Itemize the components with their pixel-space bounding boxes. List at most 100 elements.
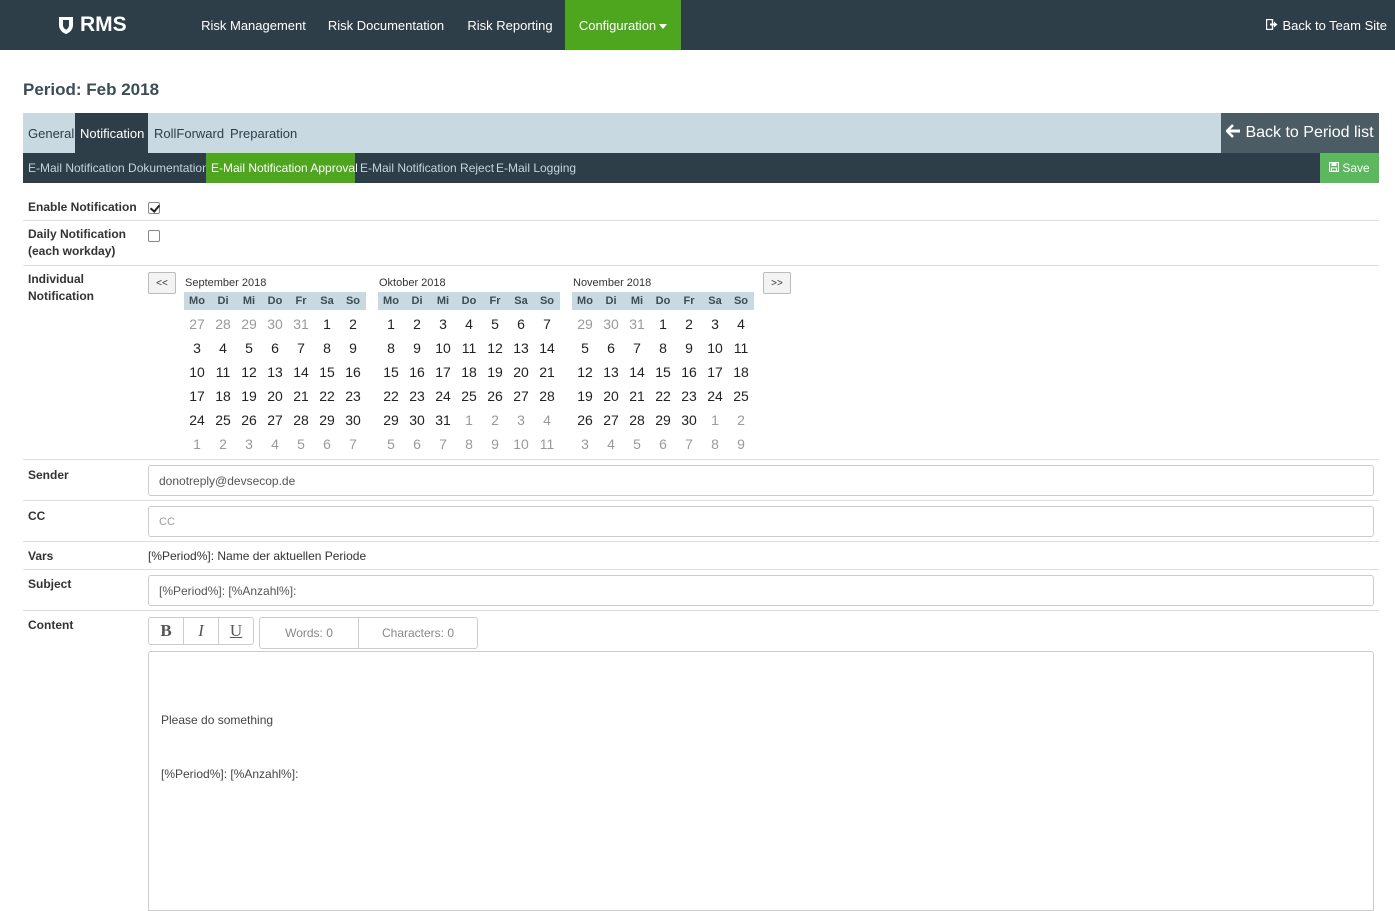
calendar-day[interactable]: 1	[456, 408, 482, 432]
calendar-day[interactable]: 14	[534, 336, 560, 360]
calendar-day[interactable]: 9	[728, 432, 754, 456]
subtab-email-notification-dokumentation[interactable]: E-Mail Notification Dokumentation	[23, 153, 209, 183]
calendar-day[interactable]: 25	[728, 384, 754, 408]
calendar-day[interactable]: 30	[598, 312, 624, 336]
calendar-day[interactable]: 29	[650, 408, 676, 432]
calendar-day[interactable]: 20	[262, 384, 288, 408]
calendar-day[interactable]: 6	[650, 432, 676, 456]
calendar-day[interactable]: 1	[184, 432, 210, 456]
calendar-day[interactable]: 28	[288, 408, 314, 432]
calendar-day[interactable]: 9	[340, 336, 366, 360]
calendar-day[interactable]: 14	[624, 360, 650, 384]
calendar-day[interactable]: 7	[676, 432, 702, 456]
bold-button[interactable]: B	[148, 617, 184, 645]
calendar-day[interactable]: 30	[340, 408, 366, 432]
tab-notification[interactable]: Notification	[75, 113, 148, 153]
enable-notification-checkbox[interactable]	[148, 202, 160, 214]
nav-configuration[interactable]: Configuration	[565, 0, 681, 50]
calendar-day[interactable]: 4	[262, 432, 288, 456]
calendar-day[interactable]: 23	[404, 384, 430, 408]
italic-button[interactable]: I	[183, 617, 219, 645]
content-editor[interactable]: Please do something [%Period%]: [%Anzahl…	[148, 651, 1374, 911]
calendar-day[interactable]: 18	[456, 360, 482, 384]
calendar-day[interactable]: 10	[702, 336, 728, 360]
calendar-day[interactable]: 28	[210, 312, 236, 336]
calendar-day[interactable]: 27	[508, 384, 534, 408]
calendar-day[interactable]: 12	[482, 336, 508, 360]
calendar-day[interactable]: 7	[430, 432, 456, 456]
calendar-day[interactable]: 9	[676, 336, 702, 360]
calendar-day[interactable]: 19	[482, 360, 508, 384]
calendar-day[interactable]: 5	[572, 336, 598, 360]
calendar-day[interactable]: 4	[598, 432, 624, 456]
calendar-day[interactable]: 3	[702, 312, 728, 336]
subtab-email-logging[interactable]: E-Mail Logging	[491, 153, 576, 183]
calendar-day[interactable]: 21	[624, 384, 650, 408]
calendar-day[interactable]: 11	[210, 360, 236, 384]
calendar-day[interactable]: 6	[262, 336, 288, 360]
calendar-day[interactable]: 25	[456, 384, 482, 408]
calendar-day[interactable]: 26	[572, 408, 598, 432]
calendar-day[interactable]: 12	[572, 360, 598, 384]
calendar-day[interactable]: 29	[572, 312, 598, 336]
calendar-day[interactable]: 17	[184, 384, 210, 408]
calendar-day[interactable]: 5	[482, 312, 508, 336]
calendar-day[interactable]: 19	[236, 384, 262, 408]
calendar-day[interactable]: 8	[456, 432, 482, 456]
calendar-day[interactable]: 7	[624, 336, 650, 360]
calendar-day[interactable]: 13	[598, 360, 624, 384]
calendar-day[interactable]: 17	[430, 360, 456, 384]
calendar-day[interactable]: 26	[236, 408, 262, 432]
calendar-day[interactable]: 3	[184, 336, 210, 360]
calendar-day[interactable]: 4	[210, 336, 236, 360]
calendar-day[interactable]: 4	[534, 408, 560, 432]
calendar-day[interactable]: 18	[210, 384, 236, 408]
calendar-day[interactable]: 30	[676, 408, 702, 432]
calendar-day[interactable]: 21	[288, 384, 314, 408]
calendar-day[interactable]: 1	[378, 312, 404, 336]
calendar-day[interactable]: 24	[702, 384, 728, 408]
tab-preparation[interactable]: Preparation	[225, 113, 301, 153]
calendar-day[interactable]: 10	[508, 432, 534, 456]
calendar-day[interactable]: 7	[340, 432, 366, 456]
calendar-day[interactable]: 23	[676, 384, 702, 408]
calendar-day[interactable]: 29	[378, 408, 404, 432]
calendar-day[interactable]: 15	[650, 360, 676, 384]
calendar-day[interactable]: 8	[702, 432, 728, 456]
calendar-day[interactable]: 22	[314, 384, 340, 408]
calendar-day[interactable]: 20	[598, 384, 624, 408]
calendar-day[interactable]: 27	[184, 312, 210, 336]
subtab-email-notification-reject[interactable]: E-Mail Notification Reject	[355, 153, 494, 183]
calendar-day[interactable]: 2	[210, 432, 236, 456]
calendar-day[interactable]: 31	[430, 408, 456, 432]
calendar-day[interactable]: 22	[378, 384, 404, 408]
calendar-day[interactable]: 14	[288, 360, 314, 384]
calendar-day[interactable]: 2	[676, 312, 702, 336]
cc-input[interactable]: CC	[148, 506, 1374, 537]
calendar-day[interactable]: 11	[534, 432, 560, 456]
calendar-day[interactable]: 8	[378, 336, 404, 360]
calendar-day[interactable]: 22	[650, 384, 676, 408]
calendar-day[interactable]: 5	[236, 336, 262, 360]
calendar-day[interactable]: 27	[598, 408, 624, 432]
calendar-day[interactable]: 9	[404, 336, 430, 360]
calendar-day[interactable]: 8	[650, 336, 676, 360]
calendar-day[interactable]: 29	[236, 312, 262, 336]
calendar-day[interactable]: 20	[508, 360, 534, 384]
calendar-day[interactable]: 17	[702, 360, 728, 384]
calendar-day[interactable]: 4	[456, 312, 482, 336]
back-to-team-site-link[interactable]: Back to Team Site	[1266, 0, 1387, 50]
calendar-day[interactable]: 16	[404, 360, 430, 384]
calendar-day[interactable]: 3	[236, 432, 262, 456]
calendar-day[interactable]: 1	[702, 408, 728, 432]
calendar-day[interactable]: 28	[624, 408, 650, 432]
calendar-day[interactable]: 15	[314, 360, 340, 384]
calendar-day[interactable]: 1	[314, 312, 340, 336]
calendar-day[interactable]: 27	[262, 408, 288, 432]
calendar-day[interactable]: 6	[598, 336, 624, 360]
calendar-day[interactable]: 2	[728, 408, 754, 432]
calendar-day[interactable]: 21	[534, 360, 560, 384]
calendar-day[interactable]: 19	[572, 384, 598, 408]
calendar-day[interactable]: 16	[340, 360, 366, 384]
calendar-day[interactable]: 13	[508, 336, 534, 360]
